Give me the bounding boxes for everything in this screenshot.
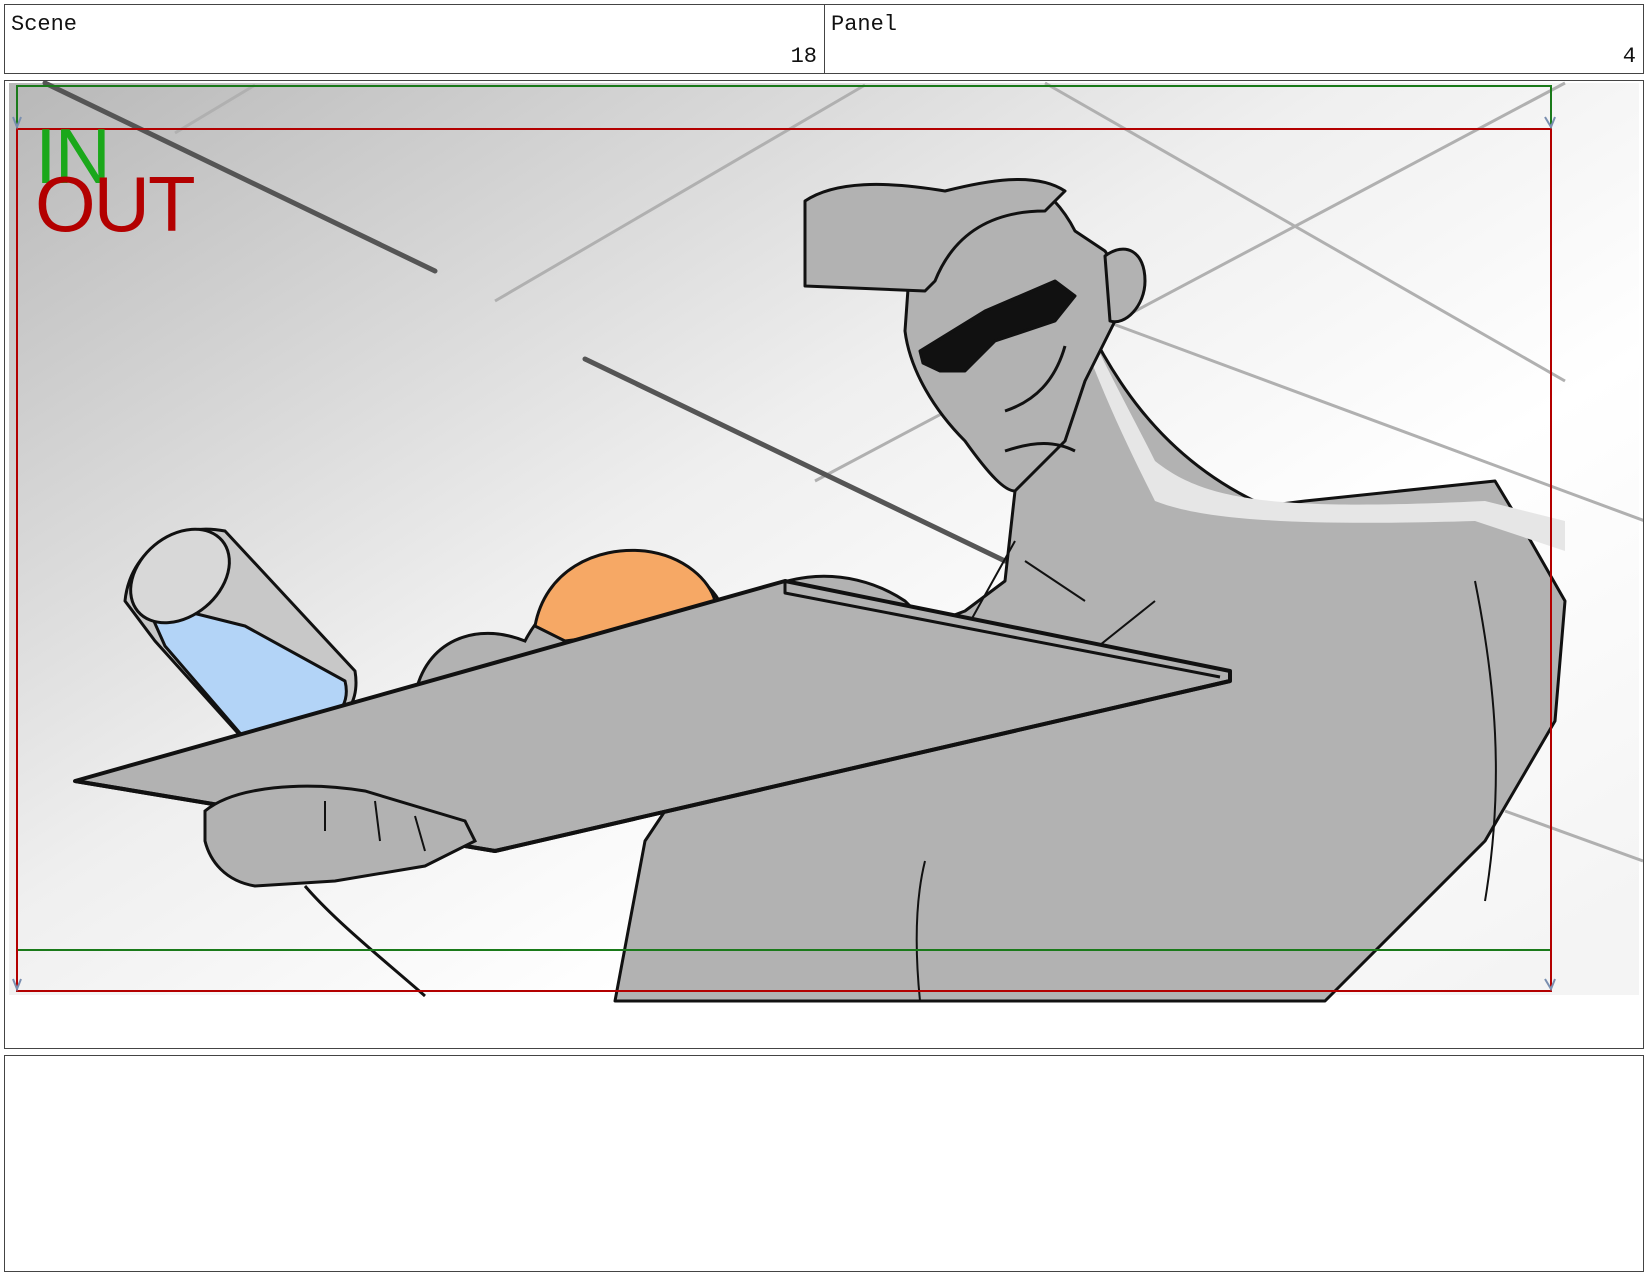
panel-label: Panel bbox=[831, 12, 898, 37]
notes-box[interactable] bbox=[4, 1055, 1644, 1272]
panel-number: 4 bbox=[1622, 44, 1636, 69]
scene-cell: Scene 18 bbox=[5, 5, 825, 73]
storyboard-drawing bbox=[9, 81, 1643, 1003]
storyboard-header: Scene 18 Panel 4 bbox=[4, 4, 1644, 74]
panel-cell: Panel 4 bbox=[825, 5, 1643, 73]
scene-number: 18 bbox=[790, 44, 817, 69]
scene-label: Scene bbox=[11, 12, 78, 37]
panel-frame: IN OUT bbox=[4, 80, 1644, 1049]
out-guide-label: OUT bbox=[35, 160, 196, 248]
